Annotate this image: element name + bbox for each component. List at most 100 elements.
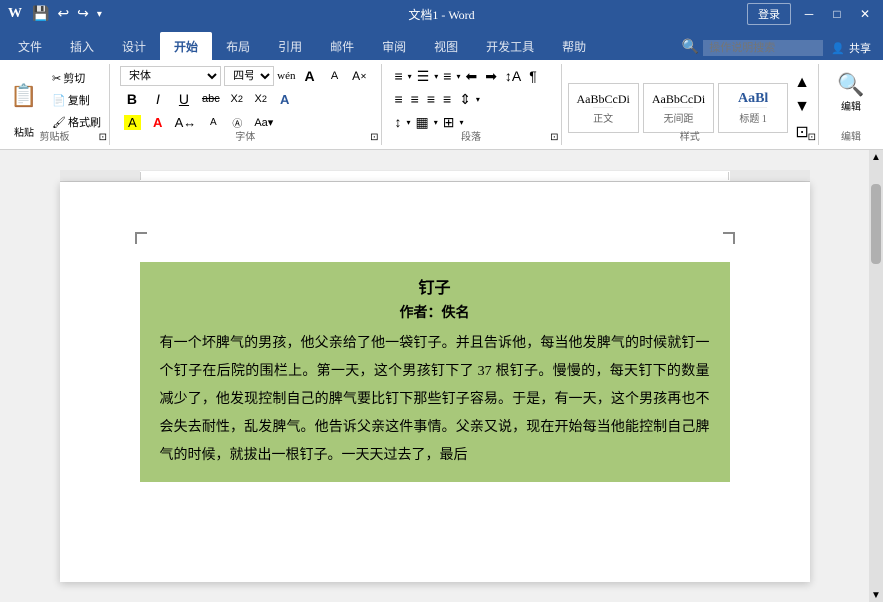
ruler-track: | | xyxy=(140,171,730,181)
italic-button[interactable]: I xyxy=(146,89,170,109)
bullet-dropdown-icon[interactable]: ▾ xyxy=(408,72,412,81)
style-no-space-preview: AaBbCcDi xyxy=(652,92,705,107)
title-bar: W 💾 ↩ ↪ ▾ 文档1 - Word 登录 ─ □ ✕ xyxy=(0,0,883,28)
align-left-button[interactable]: ≡ xyxy=(392,89,406,109)
multilevel-dropdown-icon[interactable]: ▾ xyxy=(456,72,460,81)
margin-mark-top-right xyxy=(723,232,735,244)
text-direction-button[interactable]: ⇕ xyxy=(456,89,474,109)
styles-scroll-down-button[interactable]: ▼ xyxy=(792,96,812,118)
paragraph-expand-icon[interactable]: ⊡ xyxy=(550,132,558,143)
style-heading1[interactable]: AaBl 标题 1 xyxy=(718,83,788,133)
tab-view[interactable]: 视图 xyxy=(420,32,472,60)
main-content: | | 钉子 作者：佚名 有一个坏脾气的男孩，他父亲给了他一袋 xyxy=(0,150,883,602)
paragraph-group: ≡ ▾ ☰ ▾ ≡ ▾ ⬅ ➡ ↕A ¶ ≡ ≡ ≡ ≡ ⇕ ▾ xyxy=(382,64,562,145)
vertical-scrollbar[interactable]: ▲ ▼ xyxy=(869,150,883,602)
save-quick-btn[interactable]: 💾 xyxy=(30,4,51,25)
share-icon: 👤 xyxy=(831,42,845,55)
clear-format-button[interactable]: A ✕ xyxy=(349,66,371,86)
redo-quick-btn[interactable]: ↪ xyxy=(75,4,91,25)
numbered-dropdown-icon[interactable]: ▾ xyxy=(434,72,438,81)
text-effect-button[interactable]: A xyxy=(274,89,296,109)
undo-quick-btn[interactable]: ↩ xyxy=(55,4,71,25)
scroll-down-btn[interactable]: ▼ xyxy=(871,588,881,602)
decrease-indent-button[interactable]: ⬅ xyxy=(462,66,480,86)
login-button[interactable]: 登录 xyxy=(747,3,791,25)
tab-references[interactable]: 引用 xyxy=(264,32,316,60)
style-normal-label: 正文 xyxy=(593,107,613,125)
text-dir-dropdown-icon[interactable]: ▾ xyxy=(476,95,480,104)
bold-button[interactable]: B xyxy=(120,89,144,109)
tab-home[interactable]: 开始 xyxy=(160,32,212,60)
styles-scroll-up-button[interactable]: ▲ xyxy=(792,72,812,94)
align-center-button[interactable]: ≡ xyxy=(408,89,422,109)
tab-help[interactable]: 帮助 xyxy=(548,32,600,60)
superscript-button[interactable]: X2 xyxy=(250,89,272,109)
sort-button[interactable]: ↕A xyxy=(502,66,524,86)
search-input[interactable] xyxy=(703,40,823,56)
restore-btn[interactable]: □ xyxy=(827,4,847,24)
edit-label: 编辑 xyxy=(819,128,883,143)
styles-group: AaBbCcDi 正文 AaBbCcDi 无间距 AaBl 标题 1 ▲ ▼ ⊡… xyxy=(562,64,820,145)
font-name-select[interactable]: 宋体 xyxy=(120,66,221,86)
paste-button[interactable]: 📋 xyxy=(4,68,44,124)
strikethrough-button[interactable]: abc xyxy=(198,89,224,109)
font-shrink-button[interactable]: A xyxy=(324,66,346,86)
doc-author: 作者：佚名 xyxy=(160,302,710,322)
cut-icon: ✂ xyxy=(52,72,61,85)
body-block[interactable]: 有一个坏脾气的男孩，他父亲给了他一袋钉子。并且告诉他，每当他发脾气的时候就钉一个… xyxy=(140,322,730,482)
more-quick-btn[interactable]: ▾ xyxy=(95,7,104,22)
multilevel-list-button[interactable]: ≡ xyxy=(440,66,454,86)
style-heading1-label: 标题 1 xyxy=(739,107,767,125)
style-normal[interactable]: AaBbCcDi 正文 xyxy=(568,83,639,133)
shading-dropdown[interactable]: ▾ xyxy=(434,118,438,127)
increase-indent-button[interactable]: ➡ xyxy=(482,66,500,86)
ribbon-tabs: 文件 插入 设计 开始 布局 引用 邮件 审阅 视图 开发工具 帮助 🔍 👤 共… xyxy=(0,28,883,60)
document-scroll-area[interactable]: | | 钉子 作者：佚名 有一个坏脾气的男孩，他父亲给了他一袋 xyxy=(0,150,869,602)
subscript-button[interactable]: X2 xyxy=(226,89,248,109)
justify-button[interactable]: ≡ xyxy=(440,89,454,109)
scrollbar-thumb[interactable] xyxy=(871,184,881,264)
font-grow-button[interactable]: A xyxy=(299,66,321,86)
text-effect-icon: A xyxy=(280,92,289,107)
bullet-list-button[interactable]: ≡ xyxy=(392,66,406,86)
style-no-space[interactable]: AaBbCcDi 无间距 xyxy=(643,83,714,133)
title-text: 文档1 - Word xyxy=(408,8,474,22)
border-dropdown[interactable]: ▾ xyxy=(460,118,464,127)
close-btn[interactable]: ✕ xyxy=(855,4,875,24)
clipboard-group: 📋 粘贴 ✂ 剪切 📄 复制 🖌 格式刷 剪贴板 ⊡ xyxy=(0,64,110,145)
document-content[interactable]: 钉子 作者：佚名 有一个坏脾气的男孩，他父亲给了他一袋钉子。并且告诉他，每当他发… xyxy=(140,262,730,482)
numbered-list-button[interactable]: ☰ xyxy=(414,66,433,86)
line-spacing-dropdown[interactable]: ▾ xyxy=(407,118,411,127)
tab-mailings[interactable]: 邮件 xyxy=(316,32,368,60)
clipboard-expand-icon[interactable]: ⊡ xyxy=(99,132,107,143)
doc-body[interactable]: 有一个坏脾气的男孩，他父亲给了他一袋钉子。并且告诉他，每当他发脾气的时候就钉一个… xyxy=(160,330,710,470)
tab-layout[interactable]: 布局 xyxy=(212,32,264,60)
share-button[interactable]: 👤 共享 xyxy=(831,40,871,56)
tab-file[interactable]: 文件 xyxy=(4,32,56,60)
copy-icon: 📄 xyxy=(52,94,66,107)
styles-expand-icon[interactable]: ⊡ xyxy=(808,132,816,143)
ribbon-toolbar: 📋 粘贴 ✂ 剪切 📄 复制 🖌 格式刷 剪贴板 ⊡ xyxy=(0,60,883,150)
phonetic-icon: A xyxy=(210,117,217,128)
scroll-up-btn[interactable]: ▲ xyxy=(871,150,881,164)
minimize-btn[interactable]: ─ xyxy=(799,4,819,24)
align-right-button[interactable]: ≡ xyxy=(424,89,438,109)
styles-label: 样式 xyxy=(562,128,819,143)
tab-design[interactable]: 设计 xyxy=(108,32,160,60)
app-title: 文档1 - Word xyxy=(408,6,474,23)
show-marks-button[interactable]: ¶ xyxy=(526,66,540,86)
cut-button[interactable]: ✂ 剪切 xyxy=(48,68,105,88)
find-icon: 🔍 xyxy=(837,72,864,98)
tab-insert[interactable]: 插入 xyxy=(56,32,108,60)
font-size-select[interactable]: 四号 xyxy=(224,66,274,86)
tab-developer[interactable]: 开发工具 xyxy=(472,32,548,60)
author-block: 作者：佚名 xyxy=(140,298,730,322)
font-expand-icon[interactable]: ⊡ xyxy=(370,132,378,143)
copy-button[interactable]: 📄 复制 xyxy=(48,90,105,110)
underline-button[interactable]: U xyxy=(172,89,196,109)
tab-review[interactable]: 审阅 xyxy=(368,32,420,60)
document-page: 钉子 作者：佚名 有一个坏脾气的男孩，他父亲给了他一袋钉子。并且告诉他，每当他发… xyxy=(60,182,810,582)
paragraph-label: 段落 xyxy=(382,128,561,143)
find-button[interactable]: 🔍 编辑 xyxy=(827,68,875,117)
style-heading1-preview: AaBl xyxy=(738,91,768,107)
